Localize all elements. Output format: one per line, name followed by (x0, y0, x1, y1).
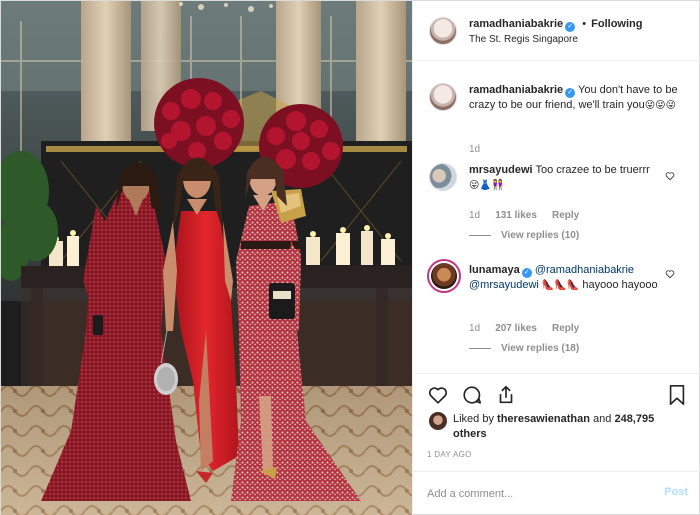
replies-dash (469, 347, 491, 349)
location-link[interactable]: The St. Regis Singapore (469, 34, 578, 45)
comment-text: hayooo hayooo (582, 279, 658, 291)
view-replies-mrsayudewi[interactable]: View replies (10) (469, 229, 579, 241)
caption-avatar[interactable] (429, 83, 457, 111)
view-replies-label[interactable]: View replies (10) (501, 230, 579, 241)
author-username[interactable]: ramadhaniabakrie (469, 18, 563, 30)
reply-button[interactable]: Reply (552, 323, 579, 334)
caption-age: 1d (469, 144, 481, 155)
author-avatar[interactable] (429, 17, 457, 45)
separator-dot: • (582, 18, 587, 30)
comment-username[interactable]: mrsayudewi (469, 164, 533, 176)
comment-avatar-lunamaya[interactable] (431, 263, 457, 289)
post-timestamp[interactable]: 1 DAY AGO (427, 450, 472, 459)
instagram-post-window: ramadhaniabakrie ✓ • Following The St. Re… (0, 0, 700, 515)
post-photo[interactable] (1, 1, 412, 515)
post-actions: Liked by theresawienathan and 248,795 ot… (413, 373, 700, 473)
liker-username[interactable]: theresawienathan (497, 413, 590, 425)
post-side-panel: ramadhaniabakrie ✓ • Following The St. Re… (412, 1, 700, 515)
caption: ramadhaniabakrie ✓ You don't have to be c… (469, 83, 679, 113)
comment-likes[interactable]: 207 likes (495, 323, 537, 334)
replies-dash (469, 234, 491, 236)
likes-and: and (593, 413, 612, 425)
likes-prefix: Liked by (453, 413, 494, 425)
comment-username[interactable]: lunamaya (469, 264, 520, 276)
mention-link[interactable]: @mrsayudewi (469, 279, 539, 291)
comment-age: 1d (469, 323, 481, 334)
share-icon[interactable] (495, 384, 517, 406)
comment-meta-mrsayudewi: 1d 131 likes Reply (469, 209, 579, 221)
verified-badge-icon: ✓ (521, 268, 532, 278)
post-image (1, 1, 412, 515)
mention-link[interactable]: @ramadhaniabakrie (535, 264, 634, 276)
heart-icon[interactable] (427, 384, 449, 406)
comment-lunamaya: lunamaya ✓ @ramadhaniabakrie @mrsayudewi … (469, 263, 659, 293)
author-line: ramadhaniabakrie ✓ • Following (469, 18, 642, 32)
comment-emoji: 👠👠👠 (541, 280, 580, 291)
add-comment-input[interactable] (427, 486, 647, 502)
liker-avatar[interactable] (429, 412, 447, 430)
add-comment-bar: Post (413, 471, 700, 515)
comment-meta-lunamaya: 1d 207 likes Reply (469, 322, 579, 334)
comment-mrsayudewi: mrsayudewi Too crazee to be truerrr 😜👗👭 (469, 163, 659, 193)
view-replies-lunamaya[interactable]: View replies (18) (469, 342, 579, 354)
comment-likes[interactable]: 131 likes (495, 210, 537, 221)
comment-avatar-mrsayudewi[interactable] (429, 163, 457, 191)
comment-emoji: 😜👗👭 (469, 180, 505, 191)
view-replies-label[interactable]: View replies (18) (501, 343, 579, 354)
post-header: ramadhaniabakrie ✓ • Following The St. Re… (413, 1, 700, 61)
comment-like-heart-icon[interactable] (665, 171, 675, 181)
likes-summary: Liked by theresawienathan and 248,795 ot… (453, 412, 683, 442)
verified-badge-icon: ✓ (565, 22, 576, 32)
following-button[interactable]: Following (591, 18, 642, 30)
caption-emoji: 😜😜😜 (644, 100, 677, 111)
reply-button[interactable]: Reply (552, 210, 579, 221)
bookmark-icon[interactable] (667, 384, 687, 406)
comment-icon[interactable] (461, 384, 483, 406)
caption-username[interactable]: ramadhaniabakrie (469, 84, 563, 96)
verified-badge-icon: ✓ (565, 88, 576, 98)
comment-like-heart-icon[interactable] (665, 269, 675, 279)
comment-text: Too crazee to be truerrr (535, 164, 650, 176)
post-button[interactable]: Post (664, 486, 688, 498)
comment-age: 1d (469, 210, 481, 221)
